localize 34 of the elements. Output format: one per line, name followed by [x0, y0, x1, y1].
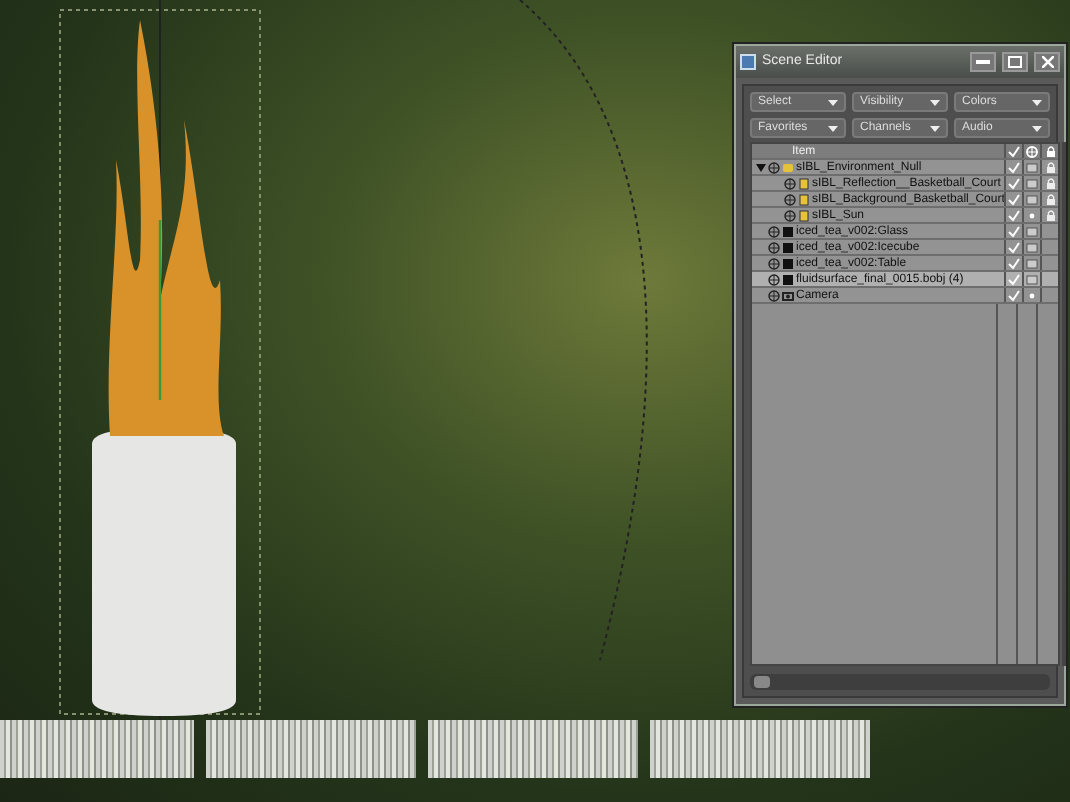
null-icon	[782, 161, 794, 173]
caret-icon	[828, 99, 838, 105]
target-icon	[784, 177, 796, 189]
target-icon	[768, 241, 780, 253]
caret-icon	[1032, 125, 1042, 131]
target-icon	[768, 257, 780, 269]
lock-icon	[1045, 145, 1056, 157]
target-icon	[768, 273, 780, 285]
image-thumbnail[interactable]	[650, 720, 870, 778]
target-icon	[768, 289, 780, 301]
caret-icon	[930, 99, 940, 105]
image-thumbnail[interactable]	[0, 720, 194, 778]
minimize-icon	[976, 60, 990, 64]
image-thumbnail[interactable]	[428, 720, 638, 778]
close-button[interactable]	[1034, 52, 1060, 72]
target-icon	[784, 209, 796, 221]
close-icon	[1041, 56, 1053, 68]
target-icon	[784, 193, 796, 205]
target-icon	[768, 161, 780, 173]
horizontal-scrollbar[interactable]	[750, 674, 1050, 690]
app-icon	[740, 54, 756, 70]
checkmark-icon	[1008, 145, 1021, 157]
caret-icon	[1032, 99, 1042, 105]
image-thumbnail[interactable]	[206, 720, 416, 778]
caret-icon	[828, 125, 838, 131]
render-icon	[1026, 145, 1039, 157]
camera-icon	[782, 289, 794, 301]
caret-icon	[930, 125, 940, 131]
target-icon	[768, 225, 780, 237]
maximize-button[interactable]	[1002, 52, 1028, 72]
vertical-scrollbar[interactable]	[1062, 142, 1067, 666]
minimize-button[interactable]	[970, 52, 996, 72]
expand-arrow-icon[interactable]	[756, 163, 766, 171]
maximize-icon	[1008, 56, 1022, 68]
